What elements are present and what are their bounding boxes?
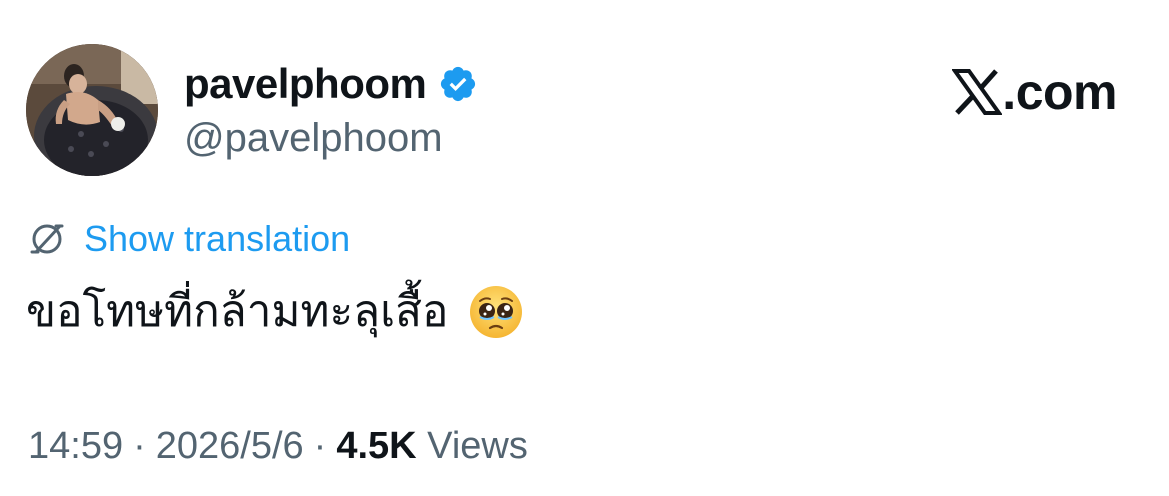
views-count[interactable]: 4.5K [336,425,416,467]
x-logo-icon [951,69,1004,115]
brand-suffix: .com [1002,64,1117,120]
verified-badge-icon[interactable] [438,64,478,104]
globe-icon [28,220,66,258]
tweet-body: ขอโทษที่กล้ามทะลุเสื้อ [26,280,524,344]
tweet-text: ขอโทษที่กล้ามทะลุเสื้อ [26,286,449,337]
meta-separator: · [133,425,146,467]
tweet-time[interactable]: 14:59 [28,425,123,467]
author-name-row: pavelphoom [184,58,478,110]
display-name[interactable]: pavelphoom [184,58,427,110]
translation-row: Show translation [28,216,350,262]
tweet-date[interactable]: 2026/5/6 [156,425,304,467]
brand-watermark: .com [951,62,1117,122]
tweet-metadata: 14:59 · 2026/5/6 · 4.5K Views [28,422,528,470]
show-translation-link[interactable]: Show translation [84,216,350,262]
avatar[interactable] [26,44,158,176]
pleading-face-icon [468,284,524,340]
views-label: Views [427,425,528,467]
author-handle[interactable]: @pavelphoom [184,114,443,162]
meta-separator: · [313,425,327,467]
